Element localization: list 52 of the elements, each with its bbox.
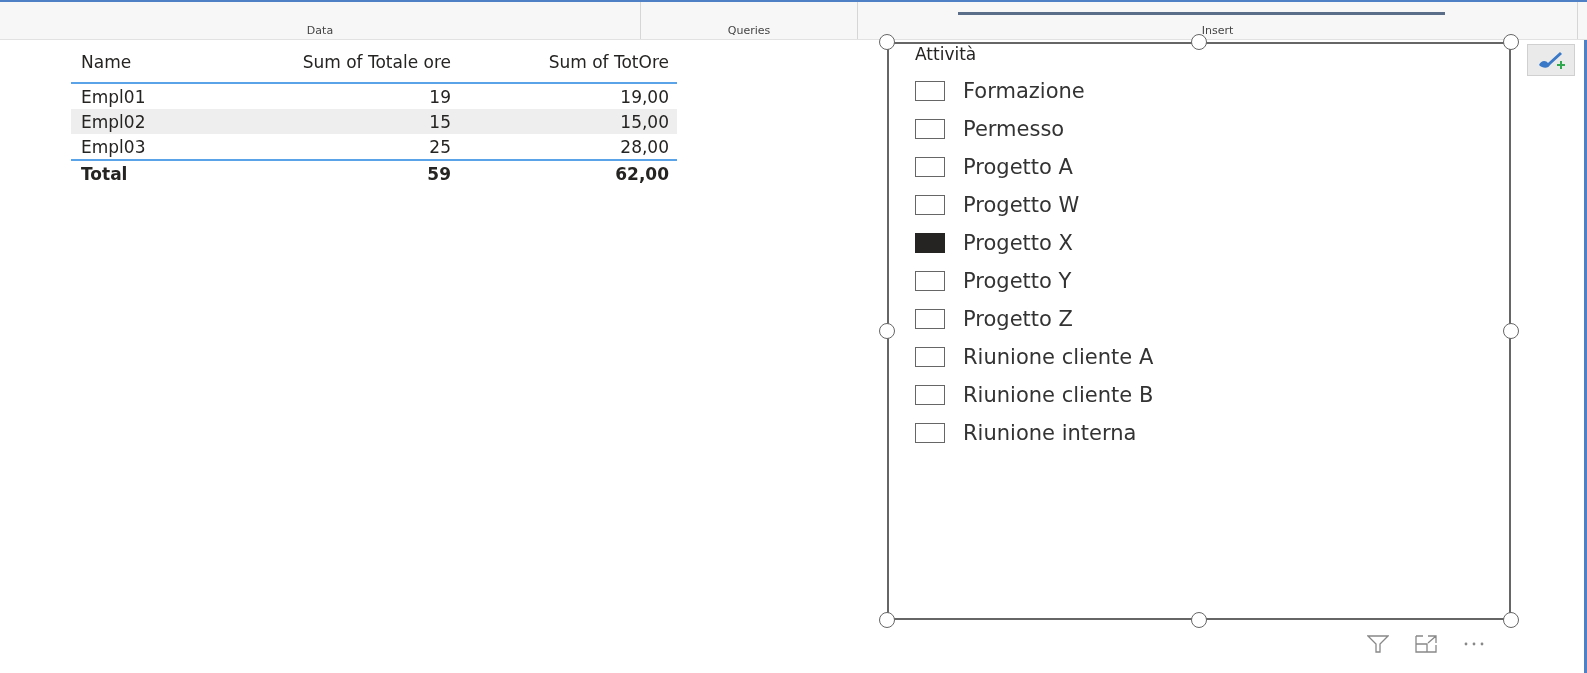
resize-handle[interactable] — [1503, 612, 1519, 628]
table-cell: 15,00 — [459, 109, 677, 134]
slicer-title: Attività — [915, 44, 978, 64]
table-cell: 25 — [201, 134, 459, 160]
checkbox[interactable] — [915, 81, 945, 101]
resize-handle[interactable] — [879, 323, 895, 339]
table-cell: 19 — [201, 83, 459, 109]
slicer-item-label[interactable]: Riunione interna — [963, 421, 1137, 445]
checkbox[interactable] — [915, 195, 945, 215]
focus-mode-icon[interactable] — [1415, 635, 1437, 653]
checkbox[interactable] — [915, 157, 945, 177]
table-cell: Empl01 — [71, 83, 201, 109]
slicer-item-label[interactable]: Riunione cliente B — [963, 383, 1154, 407]
slicer-item-label[interactable]: Progetto W — [963, 193, 1080, 217]
resize-handle[interactable] — [879, 612, 895, 628]
total-cell: 59 — [201, 160, 459, 187]
total-cell: Total — [71, 160, 201, 187]
checkbox[interactable] — [915, 347, 945, 367]
resize-handle[interactable] — [1503, 323, 1519, 339]
slicer-item-label[interactable]: Progetto Z — [963, 307, 1073, 331]
ribbon-group-label: Data — [306, 24, 334, 37]
filter-icon[interactable] — [1367, 635, 1389, 653]
checkbox[interactable] — [915, 385, 945, 405]
checkbox[interactable] — [915, 423, 945, 443]
resize-handle[interactable] — [1191, 612, 1207, 628]
ribbon-group-label: Insert — [1201, 24, 1234, 37]
ribbon-group-label: Queries — [727, 24, 771, 37]
slicer-item-label[interactable]: Formazione — [963, 79, 1085, 103]
format-painter-button[interactable] — [1527, 44, 1575, 76]
slicer-item-label[interactable]: Progetto Y — [963, 269, 1072, 293]
checkbox[interactable] — [915, 271, 945, 291]
table-cell: 15 — [201, 109, 459, 134]
resize-handle[interactable] — [1503, 34, 1519, 50]
column-header[interactable]: Sum of Totale ore — [201, 46, 459, 83]
table-cell: 28,00 — [459, 134, 677, 160]
table-cell: Empl02 — [71, 109, 201, 134]
slicer-item-label[interactable]: Progetto X — [963, 231, 1073, 255]
slicer-item-label[interactable]: Progetto A — [963, 155, 1073, 179]
resize-handle[interactable] — [879, 34, 895, 50]
table-cell: Empl03 — [71, 134, 201, 160]
slicer-item-label[interactable]: Permesso — [963, 117, 1065, 141]
checkbox[interactable] — [915, 233, 945, 253]
column-header[interactable]: Sum of TotOre — [459, 46, 677, 83]
resize-handle[interactable] — [1191, 34, 1207, 50]
paintbrush-icon — [1536, 49, 1566, 71]
total-cell: 62,00 — [459, 160, 677, 187]
checkbox[interactable] — [915, 309, 945, 329]
slicer-item-label[interactable]: Riunione cliente A — [963, 345, 1154, 369]
checkbox[interactable] — [915, 119, 945, 139]
table-cell: 19,00 — [459, 83, 677, 109]
column-header[interactable]: Name — [71, 46, 201, 83]
more-options-icon[interactable] — [1463, 641, 1485, 647]
